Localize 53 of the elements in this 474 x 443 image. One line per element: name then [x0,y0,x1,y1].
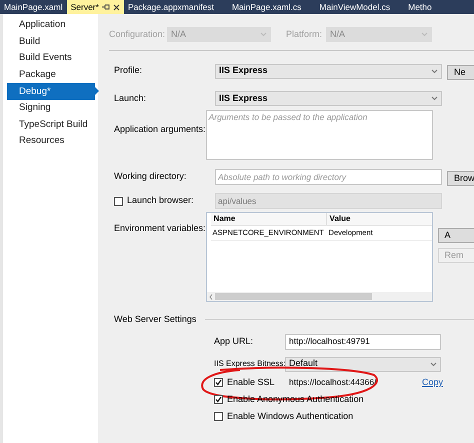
section-title: Web Server Settings [114,313,198,326]
app-url-field[interactable]: http://localhost:49791 [285,334,441,350]
column-header[interactable]: Name [210,213,327,225]
chevron-down-icon [421,32,428,37]
field-label: Configuration: [109,28,166,41]
chevron-down-icon [430,362,437,366]
close-icon[interactable] [112,4,120,10]
field-label: Launch: [114,92,148,105]
checkmark-icon [215,379,222,386]
horizontal-scrollbar[interactable] [206,292,432,301]
checkbox[interactable] [214,395,223,404]
document-tab[interactable]: MainViewModel.cs [315,0,394,14]
field-label: Profile: [114,64,144,78]
field-label: Application arguments: [114,124,206,134]
sidebar-item[interactable]: Application [7,17,95,34]
copy-link[interactable]: Copy [422,376,444,390]
pin-icon[interactable] [102,4,110,10]
chevron-down-icon [431,96,438,101]
chevron-down-icon [431,68,438,74]
document-tab[interactable]: MainPage.xaml.cs [228,0,306,14]
sidebar-item[interactable]: Build Events [7,50,95,67]
document-tab[interactable]: Server* [66,0,124,14]
dropdown[interactable]: IIS Express [215,91,442,106]
sidebar-item[interactable]: TypeScript Build [7,116,95,134]
checkbox[interactable] [114,196,123,206]
dropdown[interactable]: Default [285,356,441,372]
arguments-field[interactable]: Arguments to be passed to the application [206,110,433,160]
scroll-left-icon[interactable] [208,294,213,300]
checkbox[interactable] [214,378,223,387]
ssl-url: https://localhost:44366/ [289,376,378,389]
option-label: Enable SSL [227,376,276,389]
sidebar-item[interactable]: Package [7,66,95,84]
checkmark-icon [215,396,222,403]
side-button[interactable]: Ne [447,65,474,80]
field-label: IIS Express Bitness: [214,358,285,370]
field-label: Environment variables: [114,223,206,233]
chevron-down-icon [260,32,267,37]
document-tab[interactable]: Package.appxmanifest [124,0,218,14]
field-label: Launch browser: [127,194,194,208]
document-tab[interactable]: MainPage.xaml [0,0,67,14]
selection-arrow-icon [95,87,99,96]
dropdown[interactable]: IIS Express [215,64,442,78]
field-label: App URL: [214,334,254,348]
sidebar-item[interactable]: Build [7,34,95,50]
column-header[interactable]: Value [326,213,354,225]
sidebar-item[interactable]: Signing [7,100,95,117]
side-button[interactable]: A [438,228,474,243]
field-label: Working directory: [114,170,188,184]
sidebar-item[interactable]: Resources [7,133,95,150]
option-label: Enable Windows Authentication [227,410,354,423]
field-label: Platform: [286,28,324,41]
checkbox[interactable] [214,412,223,421]
document-tab[interactable]: Metho [404,0,436,14]
